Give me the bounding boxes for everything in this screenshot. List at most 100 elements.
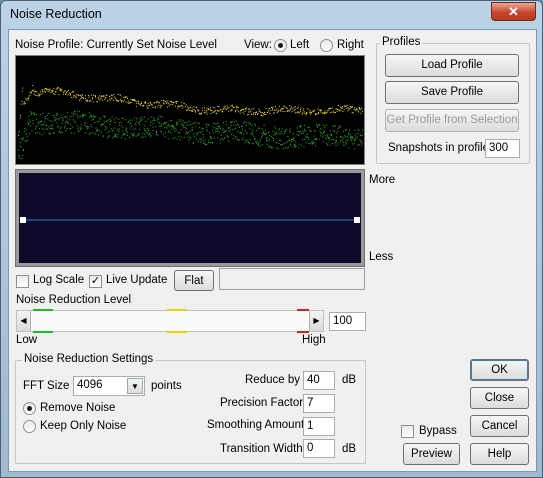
noise-profile-point <box>210 113 212 114</box>
signal-spectrum-point <box>133 117 135 119</box>
signal-spectrum-point <box>95 116 97 117</box>
noise-profile-point <box>159 102 160 104</box>
signal-spectrum-point <box>104 129 106 131</box>
title-bar[interactable]: Noise Reduction ✕ <box>1 1 542 29</box>
signal-spectrum-point <box>82 114 84 116</box>
curve-handle-left[interactable] <box>20 217 26 223</box>
signal-spectrum-point <box>164 132 166 134</box>
signal-spectrum-point <box>87 127 89 129</box>
noise-profile-point <box>123 99 125 101</box>
signal-spectrum-point <box>55 118 57 120</box>
close-button[interactable]: Close <box>470 387 529 409</box>
signal-spectrum-point <box>230 121 231 123</box>
snapshots-input[interactable]: 300 <box>485 139 520 158</box>
remove-noise-radio[interactable] <box>23 402 36 415</box>
signal-spectrum-point <box>26 129 28 131</box>
ok-button[interactable]: OK <box>470 359 529 381</box>
signal-spectrum-point <box>314 130 316 132</box>
noise-profile-point <box>143 102 145 104</box>
signal-spectrum-point <box>265 138 267 140</box>
noise-profile-point <box>317 111 319 113</box>
noise-profile-point <box>351 112 353 113</box>
signal-spectrum-point <box>39 121 41 123</box>
close-window-button[interactable]: ✕ <box>491 2 536 21</box>
signal-spectrum-point <box>23 137 25 139</box>
bypass-checkbox[interactable] <box>401 425 414 438</box>
get-profile-from-selection-button[interactable]: Get Profile from Selection <box>385 109 519 132</box>
noise-profile-point <box>92 101 94 103</box>
reduction-level-input[interactable]: 100 <box>329 312 366 331</box>
signal-spectrum-point <box>335 145 337 147</box>
precision-factor-input[interactable]: 7 <box>303 394 335 413</box>
noise-profile-point <box>313 110 315 112</box>
noise-profile-point <box>104 99 106 101</box>
signal-spectrum-point <box>253 123 255 125</box>
signal-spectrum-point <box>52 128 54 130</box>
noise-profile-point <box>76 97 78 99</box>
signal-spectrum-point <box>94 122 95 124</box>
signal-spectrum-point <box>257 127 259 129</box>
flat-button[interactable]: Flat <box>174 270 214 291</box>
noise-profile-point <box>35 91 37 93</box>
signal-spectrum-point <box>266 140 268 142</box>
noise-profile-point <box>326 111 328 113</box>
help-button[interactable]: Help <box>470 443 529 465</box>
noise-profile-point <box>175 101 177 102</box>
signal-spectrum-point <box>89 132 91 134</box>
preview-button[interactable]: Preview <box>403 443 460 465</box>
signal-spectrum-point <box>122 134 124 136</box>
signal-spectrum-point <box>298 147 300 149</box>
save-profile-button[interactable]: Save Profile <box>385 81 519 104</box>
signal-spectrum-point <box>136 118 137 120</box>
signal-spectrum-point <box>64 116 66 118</box>
noise-profile-point <box>62 93 64 95</box>
fft-size-select[interactable]: 4096 ▼ <box>73 376 145 396</box>
live-update-checkbox[interactable]: ✓ <box>89 275 102 288</box>
signal-spectrum-point <box>245 139 247 141</box>
signal-spectrum-point <box>104 116 106 118</box>
noise-profile-point <box>63 91 64 93</box>
curve-editor[interactable] <box>19 173 361 263</box>
reduce-by-input[interactable]: 40 <box>303 371 335 390</box>
noise-profile-point <box>23 103 25 105</box>
curve-handle-right[interactable] <box>354 217 360 223</box>
noise-profile-point <box>330 108 332 109</box>
smoothing-amount-input[interactable]: 1 <box>303 417 335 436</box>
noise-profile-point <box>104 97 106 99</box>
scroll-right-arrow-icon[interactable]: ▶ <box>309 311 323 331</box>
noise-profile-point <box>92 97 94 99</box>
cancel-button[interactable]: Cancel <box>470 415 529 437</box>
signal-spectrum-point <box>319 125 321 127</box>
noise-profile-point <box>173 102 175 103</box>
chevron-down-icon[interactable]: ▼ <box>127 378 143 394</box>
signal-spectrum-point <box>357 133 359 135</box>
noise-profile-point <box>341 106 343 108</box>
signal-spectrum-point <box>128 120 130 122</box>
signal-spectrum-point <box>99 129 101 131</box>
scroll-left-arrow-icon[interactable]: ◀ <box>17 311 31 331</box>
keep-only-noise-radio[interactable] <box>23 420 36 433</box>
load-profile-button[interactable]: Load Profile <box>385 54 519 77</box>
signal-spectrum-point <box>153 119 155 121</box>
signal-spectrum-point <box>287 136 289 138</box>
signal-spectrum-point <box>91 119 93 121</box>
signal-spectrum-point <box>102 135 104 137</box>
noise-profile-point <box>147 107 149 109</box>
view-left-radio[interactable] <box>274 39 287 52</box>
signal-spectrum-point <box>255 130 257 131</box>
signal-spectrum-point <box>315 139 317 141</box>
signal-spectrum-point <box>41 134 43 136</box>
signal-spectrum-point <box>175 129 177 131</box>
signal-spectrum-point <box>93 116 95 118</box>
signal-spectrum-point <box>322 136 323 138</box>
view-right-radio[interactable] <box>320 39 333 52</box>
noise-profile-point <box>231 105 233 107</box>
signal-spectrum-point <box>223 131 225 133</box>
reduction-level-scrollbar[interactable]: ◀ ▶ <box>16 309 324 333</box>
signal-spectrum-point <box>127 121 129 123</box>
noise-profile-point <box>87 99 89 101</box>
signal-spectrum-point <box>298 135 300 136</box>
signal-spectrum-point <box>251 142 253 144</box>
transition-width-input[interactable]: 0 <box>303 439 335 458</box>
log-scale-checkbox[interactable] <box>16 275 29 288</box>
